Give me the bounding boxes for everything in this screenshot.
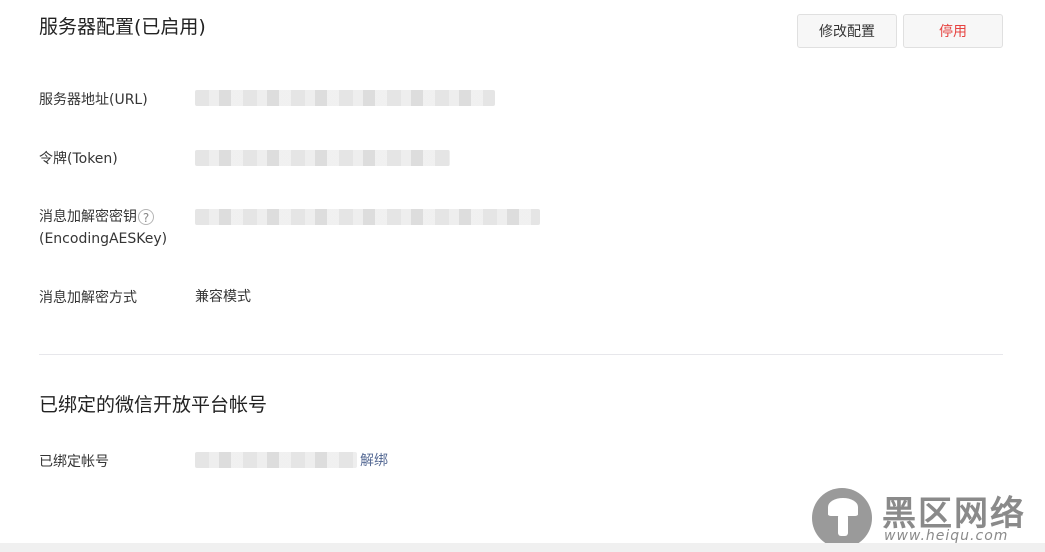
token-value-redacted bbox=[195, 150, 450, 166]
url-value-redacted bbox=[195, 90, 495, 106]
bound-account-label: 已绑定帐号 bbox=[39, 454, 109, 470]
bound-account-value-redacted bbox=[195, 452, 357, 468]
server-config-title: 服务器配置(已启用) bbox=[39, 16, 206, 38]
edit-config-button[interactable]: 修改配置 bbox=[797, 14, 897, 48]
bound-account-title: 已绑定的微信开放平台帐号 bbox=[39, 394, 268, 416]
bottom-strip bbox=[0, 543, 1045, 552]
token-label: 令牌(Token) bbox=[39, 151, 118, 167]
disable-button[interactable]: 停用 bbox=[903, 14, 1003, 48]
server-config-panel: 服务器配置(已启用) 修改配置 停用 服务器地址(URL) 令牌(Token) … bbox=[0, 0, 1045, 548]
encrypt-mode-label: 消息加解密方式 bbox=[39, 290, 137, 306]
watermark-url: www.heiqu.com bbox=[884, 528, 1009, 544]
aeskey-value-redacted bbox=[195, 209, 540, 225]
url-label: 服务器地址(URL) bbox=[39, 92, 148, 108]
watermark-logo-icon bbox=[812, 488, 872, 548]
aeskey-label: 消息加解密密钥? (EncodingAESKey) bbox=[39, 206, 167, 250]
encrypt-mode-value: 兼容模式 bbox=[195, 289, 251, 305]
section-divider bbox=[39, 354, 1003, 355]
help-icon[interactable]: ? bbox=[138, 209, 154, 225]
aeskey-label-text: 消息加解密密钥 bbox=[39, 209, 137, 225]
aeskey-label-sub: (EncodingAESKey) bbox=[39, 231, 168, 247]
watermark: 黑区网络 www.heiqu.com bbox=[812, 486, 1042, 548]
unbind-link[interactable]: 解绑 bbox=[360, 450, 388, 472]
